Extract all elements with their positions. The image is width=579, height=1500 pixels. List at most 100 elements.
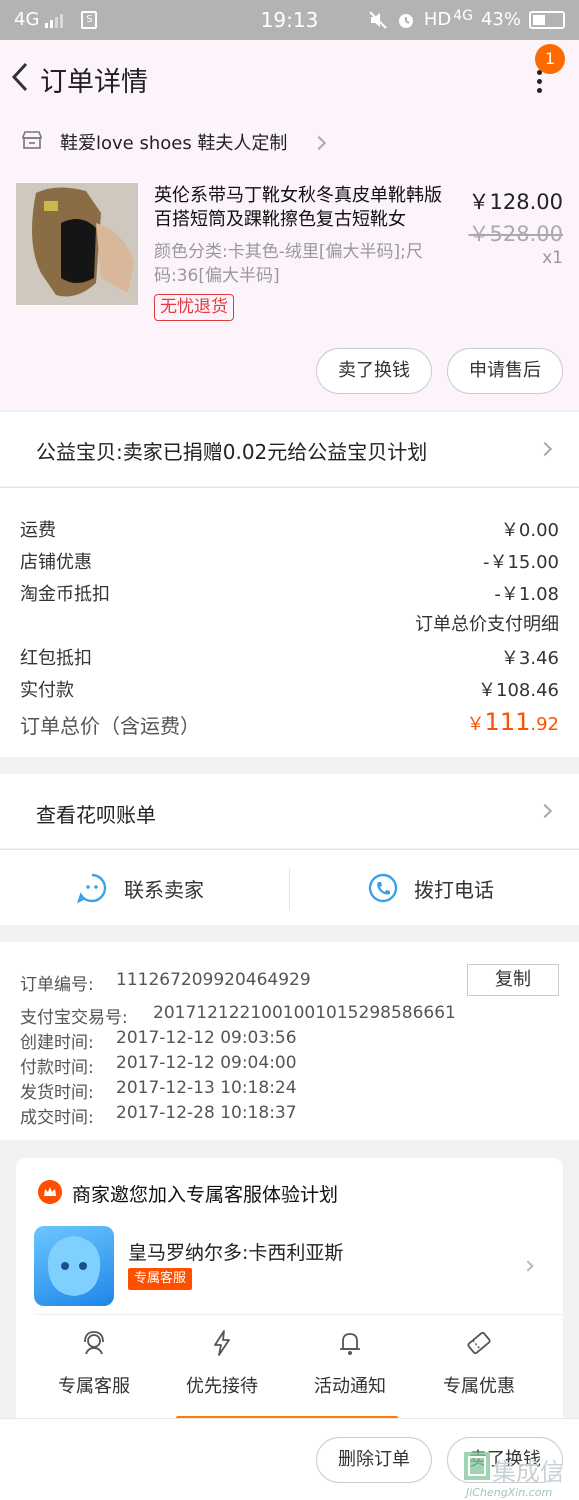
total-price: ￥111.92 bbox=[467, 708, 559, 736]
feature-label: 专属客服 bbox=[58, 1376, 130, 1397]
order-number-row: 订单编号: 111267209920464929 bbox=[20, 970, 311, 995]
call-phone-button[interactable]: 拨打电话 bbox=[414, 874, 494, 903]
notification-badge: 1 bbox=[535, 44, 565, 74]
product-original-price: ￥528.00 bbox=[468, 222, 563, 246]
chevron-right-icon bbox=[311, 135, 327, 151]
shipping-row: 运费 ￥0.00 bbox=[20, 516, 559, 546]
network2-label: 4G bbox=[453, 7, 473, 24]
phone-icon[interactable] bbox=[367, 872, 399, 904]
resell-button[interactable]: 卖了换钱 bbox=[316, 348, 432, 394]
created-label: 创建时间: bbox=[20, 1033, 94, 1053]
fee-summary: 运费 ￥0.00 店铺优惠 -￥15.00 淘金币抵扣 -￥1.08 订单总价支… bbox=[0, 487, 579, 757]
ticket-icon bbox=[467, 1331, 491, 1355]
shipped-row: 发货时间: 2017-12-13 10:18:24 bbox=[20, 1078, 297, 1103]
product-title[interactable]: 英伦系带马丁靴女秋冬真皮单靴韩版百搭短筒及踝靴擦色复古短靴女 bbox=[154, 184, 450, 232]
paid-time-label: 付款时间: bbox=[20, 1058, 94, 1078]
shop-name: 鞋爱love shoes 鞋夫人定制 bbox=[60, 133, 288, 154]
redpacket-row: 红包抵扣 ￥3.46 bbox=[20, 644, 559, 674]
created-time: 2017-12-12 09:03:56 bbox=[116, 1028, 297, 1048]
chevron-right-icon bbox=[537, 803, 553, 819]
huabei-row[interactable]: 查看花呗账单 bbox=[0, 774, 579, 848]
alipay-row: 支付宝交易号: 2017121221001001015298586661 bbox=[20, 1003, 456, 1028]
feature-label: 优先接待 bbox=[186, 1376, 258, 1397]
closed-row: 成交时间: 2017-12-28 10:18:37 bbox=[20, 1103, 297, 1128]
order-number-label: 订单编号: bbox=[20, 975, 94, 995]
huabei-text: 查看花呗账单 bbox=[36, 803, 156, 827]
service-plan-title: 商家邀您加入专属客服体验计划 bbox=[72, 1184, 339, 1206]
chevron-right-icon bbox=[537, 441, 553, 457]
contact-seller-button[interactable]: 联系卖家 bbox=[124, 874, 204, 903]
total-dec: .92 bbox=[530, 714, 559, 735]
product-item[interactable]: 英伦系带马丁靴女秋冬真皮单靴韩版百搭短筒及踝靴擦色复古短靴女 颜色分类:卡其色-… bbox=[0, 170, 579, 410]
shipped-time: 2017-12-13 10:18:24 bbox=[116, 1078, 297, 1098]
redpacket-value: ￥3.46 bbox=[500, 648, 559, 669]
feature-label: 专属优惠 bbox=[443, 1376, 515, 1397]
battery-icon bbox=[529, 10, 565, 29]
total-int: 111 bbox=[484, 708, 531, 736]
divider bbox=[289, 868, 290, 910]
service-plan-card: 商家邀您加入专属客服体验计划 皇马罗纳尔多:卡西利亚斯 专属客服 专属客服 优先… bbox=[16, 1158, 563, 1438]
order-number: 111267209920464929 bbox=[116, 970, 311, 990]
paid-label: 实付款 bbox=[20, 680, 74, 701]
back-icon[interactable] bbox=[8, 60, 32, 94]
product-quantity: x1 bbox=[542, 248, 563, 268]
paid-row: 实付款 ￥108.46 bbox=[20, 676, 559, 706]
watermark-small-text: JiChengXin.com bbox=[466, 1486, 553, 1499]
no-worry-return-tag: 无忧退货 bbox=[154, 294, 234, 321]
alarm-icon bbox=[398, 13, 413, 28]
agent-tag: 专属客服 bbox=[128, 1268, 193, 1290]
headset-icon bbox=[84, 1331, 104, 1355]
shop-row[interactable]: 鞋爱love shoes 鞋夫人定制 bbox=[0, 116, 579, 170]
hd-label: HD bbox=[423, 9, 452, 30]
after-sales-button[interactable]: 申请售后 bbox=[447, 348, 563, 394]
crown-icon bbox=[38, 1180, 62, 1204]
coin-row: 淘金币抵扣 -￥1.08 bbox=[20, 580, 559, 610]
alipay-label: 支付宝交易号: bbox=[20, 1008, 128, 1028]
redpacket-label: 红包抵扣 bbox=[20, 648, 92, 669]
battery-percent: 43% bbox=[480, 9, 521, 30]
coin-label: 淘金币抵扣 bbox=[20, 584, 110, 605]
order-info: 订单编号: 111267209920464929 复制 支付宝交易号: 2017… bbox=[0, 942, 579, 1140]
coin-value: -￥1.08 bbox=[494, 584, 559, 605]
feature-activity-notice[interactable]: 活动通知 bbox=[295, 1328, 405, 1398]
watermark-text: 集成信 bbox=[492, 1458, 564, 1486]
closed-label: 成交时间: bbox=[20, 1108, 94, 1128]
product-price: ￥128.00 bbox=[468, 190, 563, 214]
paid-time: 2017-12-12 09:04:00 bbox=[116, 1053, 297, 1073]
feature-priority[interactable]: 优先接待 bbox=[167, 1328, 277, 1398]
store-icon bbox=[22, 131, 42, 149]
chat-icon[interactable] bbox=[76, 872, 108, 904]
mute-icon bbox=[369, 10, 387, 29]
feature-exclusive-service[interactable]: 专属客服 bbox=[39, 1328, 149, 1398]
status-bar: 4G S 19:13 HD 4G 43% bbox=[0, 0, 579, 40]
page-title: 订单详情 bbox=[40, 67, 148, 98]
charity-row[interactable]: 公益宝贝:卖家已捐赠0.02元给公益宝贝计划 bbox=[0, 412, 579, 486]
payment-detail-link[interactable]: 订单总价支付明细 bbox=[415, 610, 559, 636]
lightning-icon bbox=[214, 1330, 230, 1356]
created-row: 创建时间: 2017-12-12 09:03:56 bbox=[20, 1028, 297, 1053]
closed-time: 2017-12-28 10:18:37 bbox=[116, 1103, 297, 1123]
alipay-number: 2017121221001001015298586661 bbox=[153, 1003, 456, 1023]
agent-name[interactable]: 皇马罗纳尔多:卡西利亚斯 bbox=[128, 1238, 343, 1265]
shipping-label: 运费 bbox=[20, 520, 56, 541]
product-sku: 颜色分类:卡其色-绒里[偏大半码];尺码:36[偏大半码] bbox=[154, 242, 423, 286]
contact-bar: 联系卖家 拨打电话 bbox=[0, 849, 579, 925]
charity-text: 公益宝贝:卖家已捐赠0.02元给公益宝贝计划 bbox=[36, 440, 428, 464]
paid-time-row: 付款时间: 2017-12-12 09:04:00 bbox=[20, 1053, 297, 1078]
more-icon[interactable] bbox=[534, 70, 544, 94]
agent-avatar[interactable] bbox=[34, 1226, 114, 1306]
shipping-value: ￥0.00 bbox=[500, 520, 559, 541]
feature-label: 活动通知 bbox=[314, 1376, 386, 1397]
total-currency: ￥ bbox=[466, 714, 485, 735]
copy-button[interactable]: 复制 bbox=[467, 964, 559, 996]
shop-discount-value: -￥15.00 bbox=[482, 552, 559, 573]
total-label: 订单总价（含运费） bbox=[20, 714, 200, 738]
paid-value: ￥108.46 bbox=[478, 680, 559, 701]
shipped-label: 发货时间: bbox=[20, 1083, 94, 1103]
bell-icon bbox=[340, 1333, 360, 1355]
delete-order-button[interactable]: 删除订单 bbox=[316, 1437, 432, 1483]
feature-exclusive-discount[interactable]: 专属优惠 bbox=[424, 1328, 534, 1398]
product-image[interactable] bbox=[16, 183, 138, 305]
chevron-right-icon bbox=[522, 1260, 534, 1272]
shop-discount-row: 店铺优惠 -￥15.00 bbox=[20, 548, 559, 578]
